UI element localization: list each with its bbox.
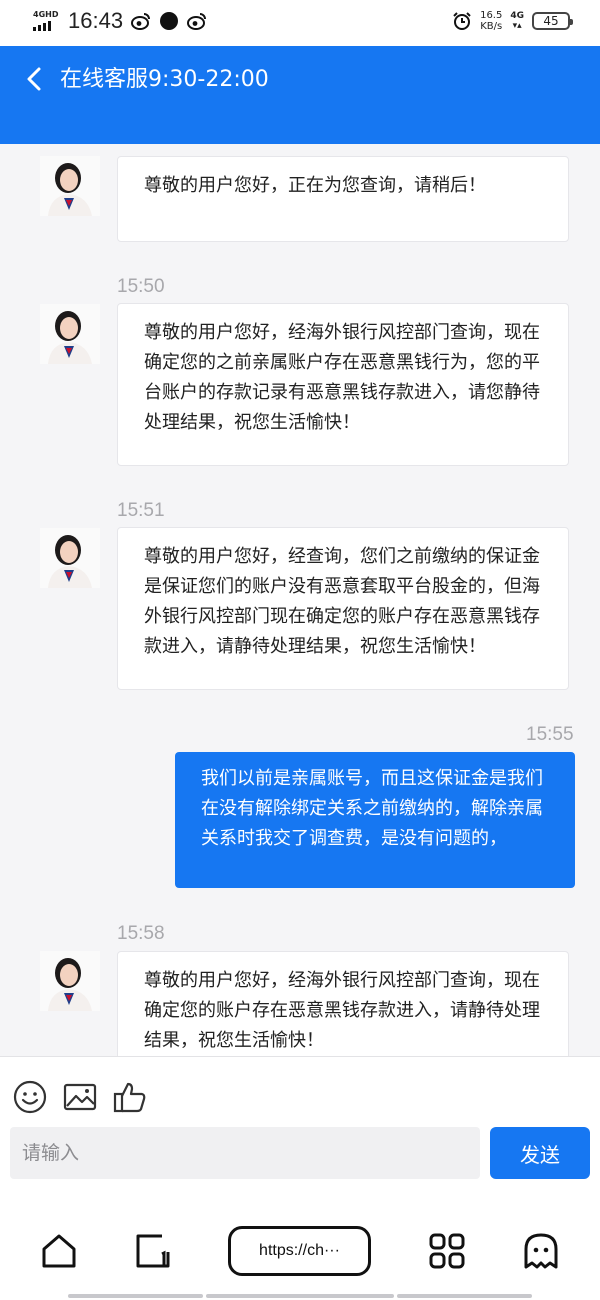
weibo-icon — [187, 13, 207, 30]
agent-avatar — [40, 156, 100, 216]
gesture-bar — [397, 1294, 532, 1298]
message-time: 15:51 — [117, 500, 165, 521]
send-button[interactable]: 发送 — [490, 1127, 590, 1179]
tabs-icon[interactable] — [134, 1232, 172, 1270]
message-input[interactable] — [10, 1127, 480, 1179]
speed-unit: KB/s — [480, 21, 503, 32]
compass-app-icon — [160, 12, 179, 30]
ghost-icon[interactable] — [522, 1232, 560, 1270]
composer-input-row: 发送 — [0, 1126, 600, 1186]
cellular-signal-icon: 4GHD — [32, 8, 60, 34]
message-time: 15:58 — [117, 923, 165, 944]
alarm-clock-icon — [453, 12, 471, 30]
agent-avatar — [40, 951, 100, 1011]
message-bubble: 尊敬的用户您好，经海外银行风控部门查询，现在确定您的之前亲属账户存在恶意黑钱行为… — [117, 303, 569, 466]
composer-toolbar — [0, 1056, 600, 1126]
browser-bottom-nav: https://ch··· — [0, 1186, 600, 1300]
page-title: 在线客服9:30-22:00 — [60, 67, 269, 92]
thumbs-up-icon[interactable] — [112, 1079, 148, 1115]
network-speed: 16.5 KB/s — [480, 10, 502, 32]
message-bubble: 尊敬的用户您好，经海外银行风控部门查询，现在确定您的账户存在恶意黑钱存款进入，请… — [117, 951, 569, 1056]
address-bar[interactable]: https://ch··· — [228, 1226, 371, 1276]
network-right-label: 4G — [510, 11, 524, 21]
emoji-icon[interactable] — [12, 1079, 48, 1115]
home-icon[interactable] — [40, 1232, 78, 1270]
network-type-label: 4GHD — [33, 10, 59, 19]
message-bubble: 尊敬的用户您好，正在为您查询，请稍后！ — [117, 156, 569, 242]
weibo-icon — [131, 13, 151, 30]
chat-message-list[interactable]: 尊敬的用户您好，正在为您查询，请稍后！ 15:50 尊敬的用户您好，经海外银行风… — [0, 144, 600, 1056]
apps-grid-icon[interactable] — [428, 1232, 466, 1270]
image-icon[interactable] — [62, 1079, 98, 1115]
message-bubble-user: 我们以前是亲属账号，而且这保证金是我们在没有解除绑定关系之前缴纳的，解除亲属关系… — [175, 752, 575, 888]
chevron-left-icon[interactable] — [24, 66, 46, 92]
gesture-bar — [68, 1294, 203, 1298]
status-time: 16:43 — [68, 8, 124, 33]
chat-header: 在线客服9:30-22:00 — [0, 46, 600, 144]
agent-avatar — [40, 304, 100, 364]
message-time: 15:55 — [526, 724, 574, 745]
message-bubble: 尊敬的用户您好，经查询，您们之前缴纳的保证金是保证您们的账户没有恶意套取平台股金… — [117, 527, 569, 690]
battery-icon: 45 — [532, 12, 573, 30]
speed-value: 16.5 — [480, 10, 503, 21]
gesture-bar — [206, 1294, 394, 1298]
mobile-data-indicator: 4G ▾▴ — [510, 11, 524, 31]
message-time: 15:50 — [117, 276, 165, 297]
agent-avatar — [40, 528, 100, 588]
battery-level: 45 — [543, 14, 559, 28]
status-bar: 4GHD 16:43 16.5 KB/s 4G ▾▴ 45 — [0, 0, 600, 46]
